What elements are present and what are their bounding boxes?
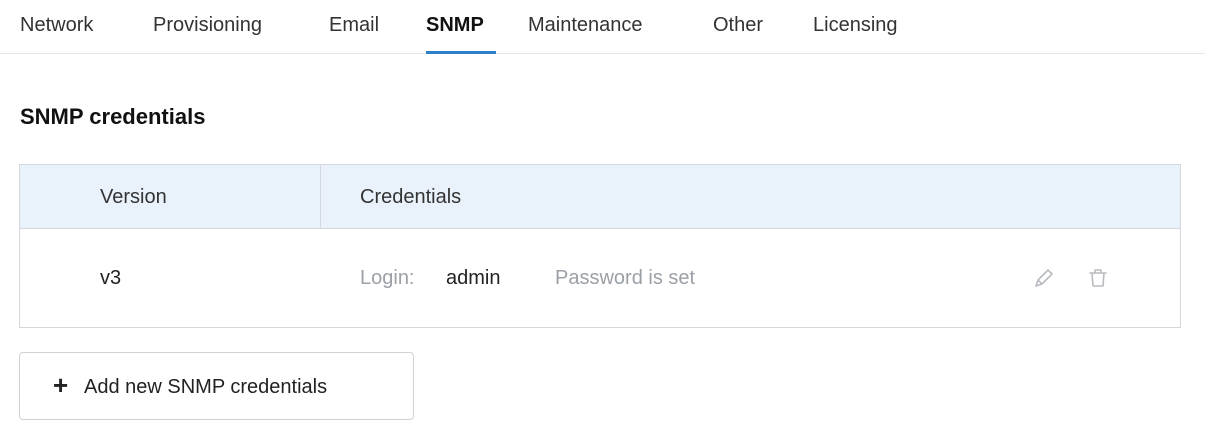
column-divider xyxy=(320,165,321,229)
version-cell: v3 xyxy=(100,267,122,289)
tab-email[interactable]: Email xyxy=(329,14,379,37)
section-title: SNMP credentials xyxy=(20,104,206,129)
column-header-version: Version xyxy=(100,186,167,208)
tab-other[interactable]: Other xyxy=(713,14,763,37)
active-tab-indicator xyxy=(426,51,496,54)
tab-maintenance[interactable]: Maintenance xyxy=(528,14,643,37)
tab-snmp[interactable]: SNMP xyxy=(426,14,484,37)
add-snmp-credentials-button[interactable]: + Add new SNMP credentials xyxy=(19,352,414,420)
table-header: Version Credentials xyxy=(20,165,1180,229)
login-label: Login: xyxy=(360,267,415,289)
tab-licensing[interactable]: Licensing xyxy=(813,14,898,37)
tab-network[interactable]: Network xyxy=(20,14,93,37)
plus-icon: + xyxy=(53,370,69,400)
login-value: admin xyxy=(446,267,501,289)
column-header-credentials: Credentials xyxy=(360,186,462,208)
tab-provisioning[interactable]: Provisioning xyxy=(153,14,262,37)
pencil-icon[interactable] xyxy=(1031,265,1057,291)
trash-icon[interactable] xyxy=(1085,265,1111,291)
table-row: v3 Login: admin Password is set xyxy=(20,229,1180,327)
settings-tabs: Network Provisioning Email SNMP Maintena… xyxy=(0,0,1205,54)
password-status: Password is set xyxy=(555,267,696,289)
add-button-label: Add new SNMP credentials xyxy=(84,376,328,398)
snmp-credentials-table: Version Credentials v3 Login: admin Pass… xyxy=(19,164,1181,328)
